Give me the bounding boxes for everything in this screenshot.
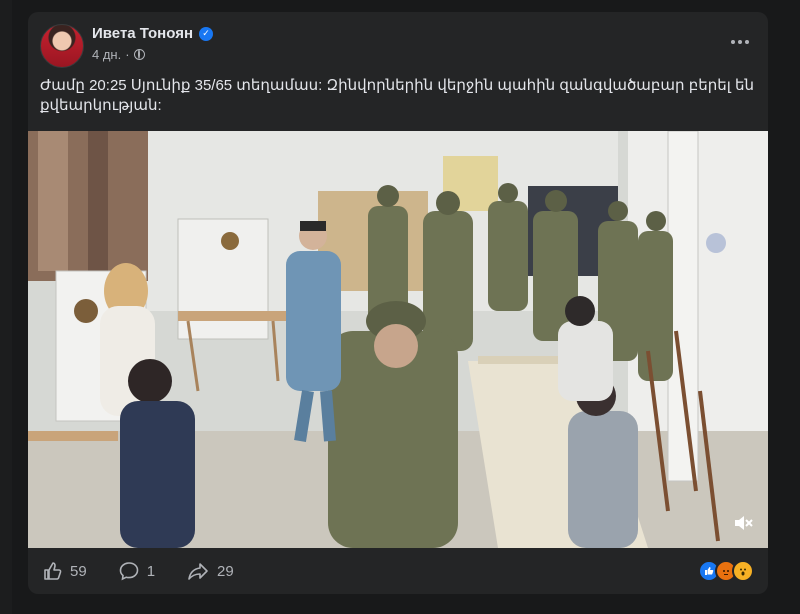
post-actions: 59 1 29 <box>28 548 768 594</box>
post-text: Ժամը 20:25 Սյունիք 35/65 տեղամաս: Զինվոր… <box>40 77 754 114</box>
more-dot-icon <box>745 40 749 44</box>
post-time[interactable]: 4 дн. <box>92 47 121 62</box>
page-left-edge <box>0 0 12 614</box>
comment-count: 1 <box>146 562 156 580</box>
more-dot-icon <box>738 40 742 44</box>
comment-button[interactable]: 1 <box>119 561 155 581</box>
share-button[interactable]: 29 <box>187 561 234 581</box>
post-card: Ивета Тоноян ✓ 4 дн. · Ժամը 20:25 Սյունի… <box>28 12 768 594</box>
author-row: Ивета Тоноян ✓ <box>92 25 214 42</box>
more-options-button[interactable] <box>726 32 754 52</box>
author-avatar[interactable] <box>40 24 84 68</box>
speaker-muted-icon[interactable] <box>732 512 754 534</box>
post-meta: 4 дн. · <box>92 47 145 62</box>
verified-badge-icon: ✓ <box>199 26 214 41</box>
more-dot-icon <box>731 40 735 44</box>
comment-bubble-icon <box>119 562 138 581</box>
globe-icon[interactable] <box>133 49 145 60</box>
reaction-summary[interactable] <box>698 560 754 582</box>
post-header: Ивета Тоноян ✓ 4 дн. · <box>28 12 768 76</box>
video-frame <box>28 131 768 548</box>
author-name[interactable]: Ивета Тоноян <box>92 25 193 42</box>
thumbs-up-icon <box>44 562 62 580</box>
share-count: 29 <box>217 562 234 580</box>
like-button[interactable]: 59 <box>42 561 87 581</box>
wow-reaction-icon <box>732 560 754 582</box>
video-player[interactable] <box>28 131 768 548</box>
share-arrow-icon <box>188 563 208 580</box>
like-count: 59 <box>70 562 87 580</box>
meta-separator: · <box>125 47 130 62</box>
